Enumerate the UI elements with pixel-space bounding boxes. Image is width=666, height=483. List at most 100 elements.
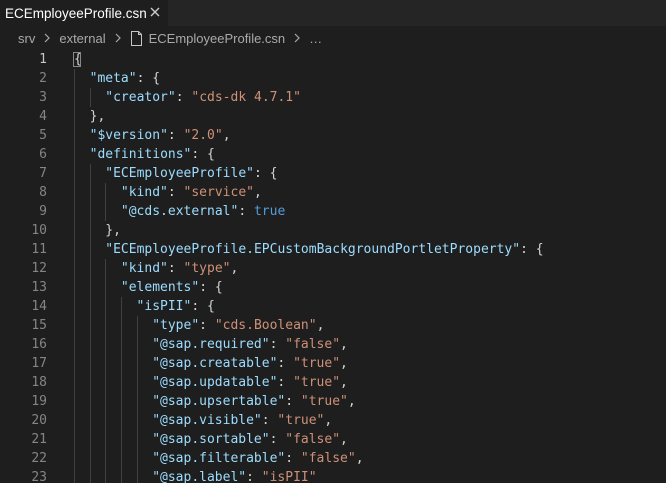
breadcrumb-item-symbol[interactable]: …	[309, 31, 322, 46]
line-number: 18	[31, 375, 47, 390]
code-line[interactable]: 5 "$version": "2.0",	[0, 126, 666, 145]
chevron-right-icon	[115, 33, 121, 43]
code-text: },	[90, 107, 106, 126]
json-key: "@sap.required"	[152, 337, 270, 352]
code-text: "elements": {	[121, 278, 223, 297]
punctuation: ,	[340, 375, 348, 390]
punctuation: :	[199, 318, 215, 333]
code-text: "@sap.updatable": "true",	[152, 373, 348, 392]
line-number: 9	[39, 204, 47, 219]
code-line[interactable]: 20 "@sap.visible": "true",	[0, 411, 666, 430]
code-line[interactable]: 10},	[0, 221, 666, 240]
punctuation: :	[238, 204, 254, 219]
breadcrumb-item-srv[interactable]: srv	[18, 31, 35, 46]
code-text: "@sap.required": "false",	[152, 335, 348, 354]
code-line[interactable]: 6 "definitions": {	[0, 145, 666, 164]
json-key: "ECEmployeeProfile.EPCustomBackgroundPor…	[105, 242, 521, 257]
punctuation: },	[89, 109, 106, 124]
line-number: 19	[31, 394, 47, 409]
breadcrumb-item-external[interactable]: external	[59, 31, 105, 46]
code-line[interactable]: 15 "type": "cds.Boolean",	[0, 316, 666, 335]
line-number: 13	[31, 280, 47, 295]
punctuation: ,	[324, 413, 333, 428]
line-number: 3	[39, 90, 47, 105]
json-string: "true"	[300, 394, 348, 409]
json-string: "false"	[300, 451, 356, 466]
code-line[interactable]: 23 "@sap.label": "isPII"	[0, 468, 666, 483]
json-key: "creator"	[105, 90, 176, 105]
punctuation: :	[269, 337, 286, 352]
json-key: "@sap.upsertable"	[152, 394, 286, 409]
line-number: 5	[39, 128, 47, 143]
json-string: "cds.Boolean"	[214, 318, 317, 333]
code-line[interactable]: 22 "@sap.filterable": "false",	[0, 449, 666, 468]
tab-title: ECEmployeeProfile.csn	[5, 5, 147, 21]
punctuation: :	[175, 90, 192, 105]
json-string: "type"	[183, 261, 231, 276]
punctuation: ,	[253, 185, 262, 200]
line-number: 8	[39, 185, 47, 200]
json-key: "@sap.creatable"	[152, 356, 278, 371]
code-line[interactable]: 2 "meta": {	[0, 69, 666, 88]
code-line[interactable]: 4},	[0, 107, 666, 126]
code-line[interactable]: 16 "@sap.required": "false",	[0, 335, 666, 354]
punctuation: :	[277, 356, 294, 371]
breadcrumb-item-file[interactable]: ECEmployeeProfile.csn	[149, 31, 286, 46]
code-line[interactable]: 9 "@cds.external": true	[0, 202, 666, 221]
code-line[interactable]: 8 "kind": "service",	[0, 183, 666, 202]
line-number: 10	[31, 223, 47, 238]
breadcrumb: srv external ECEmployeeProfile.csn …	[0, 26, 666, 50]
json-key: "definitions"	[89, 147, 192, 162]
json-key: "@sap.label"	[152, 470, 247, 483]
punctuation: ,	[340, 337, 348, 352]
punctuation: ,	[222, 128, 231, 143]
code-text: "@cds.external": true	[121, 202, 285, 221]
code-line[interactable]: 17 "@sap.creatable": "true",	[0, 354, 666, 373]
punctuation: :	[167, 128, 184, 143]
json-string: "2.0"	[183, 128, 223, 143]
line-number: 17	[31, 356, 47, 371]
code-line[interactable]: 19 "@sap.upsertable": "true",	[0, 392, 666, 411]
code-line[interactable]: 21 "@sap.sortable": "false",	[0, 430, 666, 449]
json-key: "@sap.updatable"	[152, 375, 278, 390]
code-text: "type": "cds.Boolean",	[152, 316, 324, 335]
code-text: "kind": "service",	[121, 183, 262, 202]
chevron-right-icon	[44, 33, 51, 43]
close-icon[interactable]	[147, 4, 163, 20]
code-line[interactable]: 3 "creator": "cds-dk 4.7.1"	[0, 88, 666, 107]
code-text: "@sap.filterable": "false",	[152, 449, 363, 468]
json-key: "kind"	[120, 261, 168, 276]
code-line[interactable]: 7 "ECEmployeeProfile": {	[0, 164, 666, 183]
code-text: },	[105, 221, 121, 240]
punctuation: : {	[520, 242, 544, 257]
tab-bar: ECEmployeeProfile.csn	[0, 0, 666, 26]
code-line[interactable]: 14 "isPII": {	[0, 297, 666, 316]
code-editor[interactable]: 1{2 "meta": {3 "creator": "cds-dk 4.7.1" 4}…	[0, 50, 666, 483]
json-boolean: true	[253, 204, 286, 219]
punctuation: ,	[340, 432, 348, 447]
code-line[interactable]: 11 "ECEmployeeProfile.EPCustomBackgroundP…	[0, 240, 666, 259]
code-line[interactable]: 12 "kind": "type",	[0, 259, 666, 278]
code-line[interactable]: 1{	[0, 50, 666, 69]
punctuation: :	[269, 432, 286, 447]
punctuation: :	[167, 261, 184, 276]
json-string: "true"	[293, 375, 341, 390]
code-line[interactable]: 18 "@sap.updatable": "true",	[0, 373, 666, 392]
line-number: 2	[39, 71, 47, 86]
punctuation: :	[261, 413, 278, 428]
json-key: "kind"	[120, 185, 168, 200]
line-number: 23	[31, 470, 47, 483]
editor-tab[interactable]: ECEmployeeProfile.csn	[0, 0, 168, 26]
json-file-icon	[130, 30, 142, 46]
code-text: "@sap.label": "isPII"	[152, 468, 316, 483]
code-text: "ECEmployeeProfile.EPCustomBackgroundPor…	[105, 240, 543, 259]
json-string: "false"	[285, 432, 341, 447]
code-line[interactable]: 13 "elements": {	[0, 278, 666, 297]
line-number: 4	[39, 109, 47, 124]
punctuation: :	[285, 394, 301, 409]
json-key: "@sap.sortable"	[152, 432, 270, 447]
punctuation: : {	[253, 166, 278, 181]
json-key: "type"	[152, 318, 200, 333]
bracket-match-highlight	[73, 52, 81, 67]
punctuation: : {	[199, 280, 223, 295]
